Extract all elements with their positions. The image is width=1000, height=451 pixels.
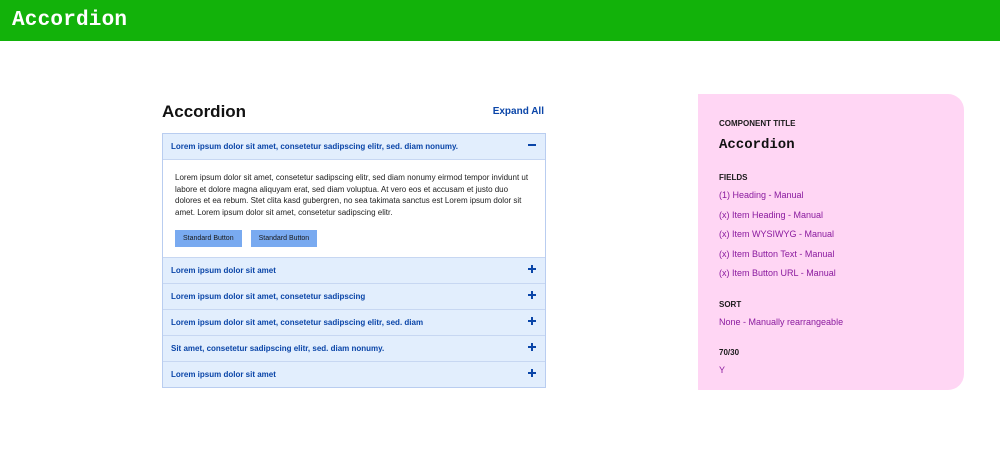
accordion-item: Lorem ipsum dolor sit amet, consetetur s… xyxy=(163,134,545,257)
ratio-section: 70/30 Y xyxy=(719,348,943,377)
sort-value: None - Manually rearrangeable xyxy=(719,316,844,327)
minus-icon[interactable] xyxy=(527,140,537,150)
accordion-heading: Accordion xyxy=(162,102,247,121)
sort-label: SORT xyxy=(719,299,742,309)
accordion-item-header[interactable]: Sit amet, consetetur sadipscing elitr, s… xyxy=(163,336,545,361)
accordion-item-title: Lorem ipsum dolor sit amet, consetetur s… xyxy=(171,292,366,301)
component-info-panel: COMPONENT TITLE Accordion FIELDS (1) Hea… xyxy=(698,94,964,390)
accordion-item-title: Lorem ipsum dolor sit amet, consetetur s… xyxy=(171,142,459,151)
ratio-value: Y xyxy=(719,365,726,375)
plus-icon[interactable] xyxy=(527,264,537,274)
accordion-item-header[interactable]: Lorem ipsum dolor sit amet, consetetur s… xyxy=(163,310,545,335)
standard-button[interactable]: Standard Button xyxy=(175,230,242,247)
accordion-item-title: Sit amet, consetetur sadipscing elitr, s… xyxy=(171,344,385,353)
accordion-item-header[interactable]: Lorem ipsum dolor sit amet xyxy=(163,362,545,387)
page-title: Accordion xyxy=(12,9,128,32)
accordion-item: Lorem ipsum dolor sit amet, consetetur s… xyxy=(163,283,545,309)
accordion-list: Lorem ipsum dolor sit amet, consetetur s… xyxy=(162,133,546,388)
accordion-item-body: Lorem ipsum dolor sit amet, consetetur s… xyxy=(163,159,545,257)
accordion-item: Lorem ipsum dolor sit amet xyxy=(163,361,545,387)
accordion-item-text: Lorem ipsum dolor sit amet, consetetur s… xyxy=(175,173,529,217)
accordion-header: Accordion Expand All xyxy=(162,100,546,133)
accordion-component: Accordion Expand All Lorem ipsum dolor s… xyxy=(162,100,546,388)
component-title: Accordion xyxy=(719,137,795,153)
standard-button[interactable]: Standard Button xyxy=(250,230,318,247)
field-item: (x) Item Button URL - Manual xyxy=(719,268,836,278)
plus-icon[interactable] xyxy=(527,290,537,300)
accordion-item-title: Lorem ipsum dolor sit amet xyxy=(171,370,276,379)
accordion-item-header[interactable]: Lorem ipsum dolor sit amet xyxy=(163,258,545,283)
accordion-item: Lorem ipsum dolor sit amet, consetetur s… xyxy=(163,309,545,335)
plus-icon[interactable] xyxy=(527,342,537,352)
button-row: Standard Button Standard Button xyxy=(175,230,533,247)
accordion-item-header[interactable]: Lorem ipsum dolor sit amet, consetetur s… xyxy=(163,134,545,159)
fields-section: FIELDS (1) Heading - Manual (x) Item Hea… xyxy=(719,173,943,280)
accordion-item: Sit amet, consetetur sadipscing elitr, s… xyxy=(163,335,545,361)
plus-icon[interactable] xyxy=(527,316,537,326)
sort-section: SORT None - Manually rearrangeable xyxy=(719,300,943,329)
field-item: (x) Item WYSIWYG - Manual xyxy=(719,229,835,239)
accordion-item: Lorem ipsum dolor sit amet xyxy=(163,257,545,283)
top-bar: Accordion xyxy=(0,0,1000,41)
expand-all-link[interactable]: Expand All xyxy=(493,106,544,117)
plus-icon[interactable] xyxy=(527,368,537,378)
field-item: (x) Item Button Text - Manual xyxy=(719,248,835,259)
accordion-item-header[interactable]: Lorem ipsum dolor sit amet, consetetur s… xyxy=(163,284,545,309)
field-item: (x) Item Heading - Manual xyxy=(719,209,824,220)
ratio-label: 70/30 xyxy=(719,348,740,357)
field-item: (1) Heading - Manual xyxy=(719,190,804,200)
accordion-item-title: Lorem ipsum dolor sit amet xyxy=(171,266,276,275)
component-title-label: COMPONENT TITLE xyxy=(719,119,796,128)
fields-label: FIELDS xyxy=(719,173,748,182)
accordion-item-title: Lorem ipsum dolor sit amet, consetetur s… xyxy=(171,318,424,327)
